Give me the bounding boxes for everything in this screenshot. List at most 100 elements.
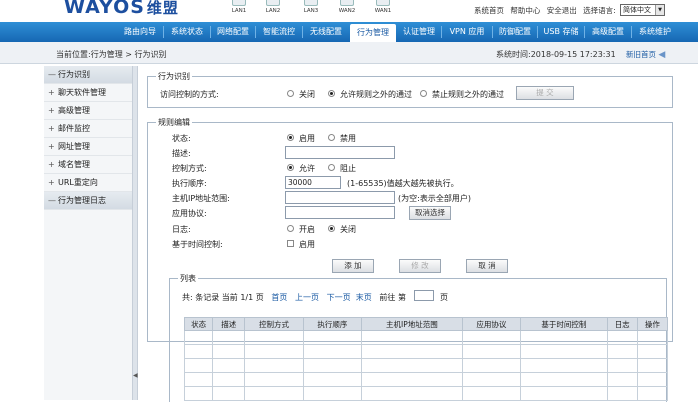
language-label: 选择语言:	[583, 6, 616, 15]
status-radio-enable[interactable]	[287, 134, 294, 141]
list-box: 列表 共: 条记录 当前 1/1 页 首页 上一页 下一页 末页 前往 第 页 …	[169, 273, 669, 402]
logout-link[interactable]: 安全退出	[547, 6, 577, 15]
home-link[interactable]: 系统首页	[474, 6, 504, 15]
table-cell	[636, 344, 669, 359]
nav-item[interactable]: VPN 应用	[443, 22, 491, 42]
new-home-link[interactable]: 新旧首页	[626, 50, 656, 59]
submit-button[interactable]: 提 交	[516, 86, 574, 100]
collapse-icon: —	[48, 196, 56, 205]
port-icon	[304, 0, 318, 6]
table-cell	[461, 386, 522, 401]
nav-item[interactable]: 网络配置	[212, 22, 254, 42]
cancel-button[interactable]: 取 消	[466, 259, 508, 273]
nav-separator	[537, 26, 538, 38]
logo-text: WAYOS	[64, 0, 145, 18]
pager-prev-link[interactable]: 上一页	[295, 293, 319, 302]
nav-item[interactable]: 智能流控	[257, 22, 301, 42]
protocol-input[interactable]	[285, 206, 395, 219]
sidebar-item-advanced[interactable]: + 高级管理	[44, 102, 132, 120]
access-radio-off[interactable]	[287, 90, 294, 97]
help-link[interactable]: 帮助中心	[510, 6, 540, 15]
time-control-label: 基于时间控制:	[172, 240, 223, 249]
expand-icon: +	[48, 124, 55, 133]
table-cell	[606, 330, 638, 345]
nav-item[interactable]: 路由向导	[118, 22, 162, 42]
table-cell	[636, 372, 669, 387]
port-lan1: LAN1	[222, 0, 256, 14]
time-control-checkbox[interactable]	[287, 240, 294, 247]
table-row	[183, 344, 669, 359]
table-cell	[520, 358, 608, 373]
log-label: 日志:	[172, 225, 191, 234]
column-header: 操作	[636, 317, 669, 331]
table-cell	[244, 386, 304, 401]
table-cell	[183, 344, 214, 359]
nav-item[interactable]: USB 存储	[539, 22, 583, 42]
column-header: 主机IP地址范围	[361, 317, 463, 331]
port-icon	[376, 0, 390, 6]
port-lan2: LAN2	[256, 0, 290, 14]
clear-selection-button[interactable]: 取消选择	[409, 206, 451, 220]
pager-goto-label: 前往 第	[379, 293, 406, 302]
top-links: 系统首页 帮助中心 安全退出 选择语言:	[474, 5, 620, 16]
status-option-label: 启用	[299, 134, 315, 143]
main-content: 行为识别 访问控制的方式: 关闭 允许规则之外的通过 禁止规则之外的通过 提 交…	[139, 64, 679, 402]
nav-item[interactable]: 防御配置	[494, 22, 536, 42]
access-box-legend: 行为识别	[156, 71, 192, 82]
status-radio-disable[interactable]	[328, 134, 335, 141]
back-arrow-icon[interactable]: ◀	[658, 50, 665, 60]
sidebar-item-url-redirect[interactable]: + URL重定向	[44, 174, 132, 192]
log-radio-off[interactable]	[328, 225, 335, 232]
sidebar-item-url-manage[interactable]: + 网址管理	[44, 138, 132, 156]
add-button[interactable]: 添 加	[332, 259, 374, 273]
column-header: 应用协议	[461, 317, 522, 331]
control-radio-allow[interactable]	[287, 164, 294, 171]
system-time: 系统时间:2018-09-15 17:23:31	[496, 50, 616, 59]
table-row	[183, 372, 669, 387]
access-control-box: 行为识别 访问控制的方式: 关闭 允许规则之外的通过 禁止规则之外的通过 提 交	[147, 71, 673, 108]
nav-item[interactable]: 无线配置	[304, 22, 348, 42]
nav-item-active[interactable]: 行为管理	[350, 24, 396, 42]
rule-box-legend: 规则编辑	[156, 117, 192, 128]
expand-icon: +	[48, 160, 55, 169]
nav-item[interactable]: 认证管理	[398, 22, 440, 42]
language-select[interactable]: 简体中文 ▼	[620, 4, 665, 16]
log-option-label: 关闭	[340, 225, 356, 234]
description-input[interactable]	[285, 146, 395, 159]
sidebar-item-chat-software[interactable]: + 聊天软件管理	[44, 84, 132, 102]
sidebar-item-behavior-recognition[interactable]: — 行为识别	[44, 66, 132, 84]
nav-separator	[584, 26, 585, 38]
sidebar-splitter[interactable]	[132, 66, 138, 400]
sidebar-item-domain-manage[interactable]: + 域名管理	[44, 156, 132, 174]
pager-first-link[interactable]: 首页	[271, 293, 287, 302]
column-header: 执行顺序	[302, 317, 363, 331]
sidebar-item-mail-monitor[interactable]: + 邮件监控	[44, 120, 132, 138]
collapse-arrow-icon[interactable]: ◀	[133, 372, 138, 379]
nav-separator	[255, 26, 256, 38]
table-cell	[183, 358, 214, 373]
pager-last-link[interactable]: 末页	[356, 293, 372, 302]
page-number-input[interactable]	[414, 290, 434, 301]
pager-next-link[interactable]: 下一页	[327, 293, 351, 302]
access-radio-allow[interactable]	[328, 90, 335, 97]
table-cell	[361, 358, 463, 373]
order-input[interactable]: 30000	[285, 176, 341, 189]
control-radio-block[interactable]	[328, 164, 335, 171]
access-radio-deny[interactable]	[420, 90, 427, 97]
table-cell	[606, 344, 638, 359]
log-option-label: 开启	[299, 225, 315, 234]
port-wan1: WAN1	[366, 0, 400, 14]
table-cell	[183, 372, 214, 387]
right-margin	[681, 64, 698, 400]
nav-item[interactable]: 系统状态	[165, 22, 209, 42]
sidebar-item-behavior-log[interactable]: — 行为管理日志	[44, 192, 132, 210]
ip-range-input[interactable]	[285, 191, 395, 204]
log-radio-on[interactable]	[287, 225, 294, 232]
table-cell	[520, 386, 608, 401]
table-cell	[302, 344, 363, 359]
nav-item[interactable]: 系统维护	[633, 22, 677, 42]
nav-item[interactable]: 高级配置	[586, 22, 630, 42]
breadcrumb-bar: 当前位置:行为管理 > 行为识别 系统时间:2018-09-15 17:23:3…	[0, 42, 698, 64]
modify-button[interactable]: 修 改	[399, 259, 441, 273]
access-option-label: 允许规则之外的通过	[340, 90, 412, 99]
